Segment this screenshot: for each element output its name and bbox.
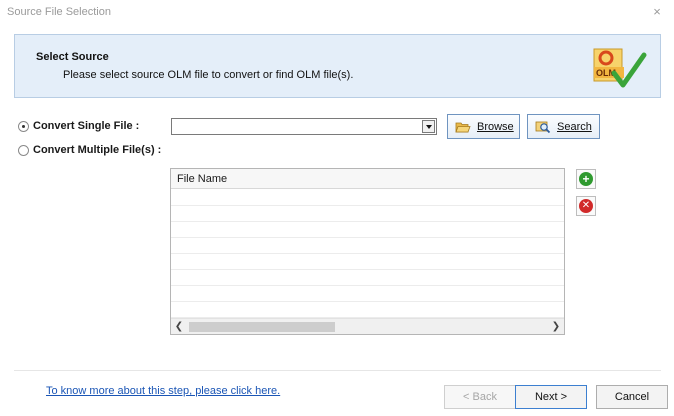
scrollbar-thumb[interactable] [189, 322, 335, 332]
browse-button[interactable]: Browse [447, 114, 520, 139]
search-label: Search [557, 120, 592, 133]
file-name-column-header[interactable]: File Name [171, 169, 564, 189]
scroll-left-icon[interactable]: ❮ [171, 319, 187, 335]
chevron-down-icon[interactable] [422, 120, 435, 133]
header-title: Select Source [36, 51, 109, 63]
title-bar: Source File Selection × [0, 0, 674, 26]
table-row [171, 190, 564, 206]
cancel-button[interactable]: Cancel [596, 385, 668, 409]
add-file-button[interactable]: + [576, 169, 596, 189]
table-row [171, 270, 564, 286]
remove-file-button[interactable]: ✕ [576, 196, 596, 216]
remove-icon: ✕ [579, 199, 593, 213]
file-list-grid[interactable]: File Name ❮ ❯ [170, 168, 565, 335]
close-button[interactable]: × [650, 5, 664, 19]
file-path-combobox[interactable] [171, 118, 437, 135]
table-row [171, 222, 564, 238]
footer-divider [14, 370, 661, 371]
convert-multiple-option[interactable]: Convert Multiple File(s) : [18, 144, 161, 156]
add-icon: + [579, 172, 593, 186]
header-panel: Select Source Please select source OLM f… [14, 34, 661, 98]
table-row [171, 254, 564, 270]
olm-logo-icon: OLM [593, 48, 647, 88]
back-button[interactable]: < Back [444, 385, 516, 409]
table-row [171, 286, 564, 302]
next-button[interactable]: Next > [515, 385, 587, 409]
multiple-files-radio[interactable] [18, 144, 29, 156]
table-row [171, 206, 564, 222]
help-link[interactable]: To know more about this step, please cli… [46, 385, 280, 397]
table-row [171, 302, 564, 318]
horizontal-scrollbar[interactable]: ❮ ❯ [171, 318, 564, 334]
multiple-files-label: Convert Multiple File(s) : [33, 144, 162, 156]
search-button[interactable]: Search [527, 114, 600, 139]
single-file-radio[interactable] [18, 120, 29, 132]
scroll-right-icon[interactable]: ❯ [548, 319, 564, 335]
window-title: Source File Selection [7, 6, 111, 18]
browse-label: Browse [477, 120, 514, 133]
folder-open-icon [455, 122, 471, 132]
table-row [171, 238, 564, 254]
convert-single-option[interactable]: Convert Single File : [18, 120, 139, 132]
header-subtitle: Please select source OLM file to convert… [63, 69, 354, 81]
single-file-label: Convert Single File : [33, 120, 140, 132]
search-icon [535, 121, 551, 133]
